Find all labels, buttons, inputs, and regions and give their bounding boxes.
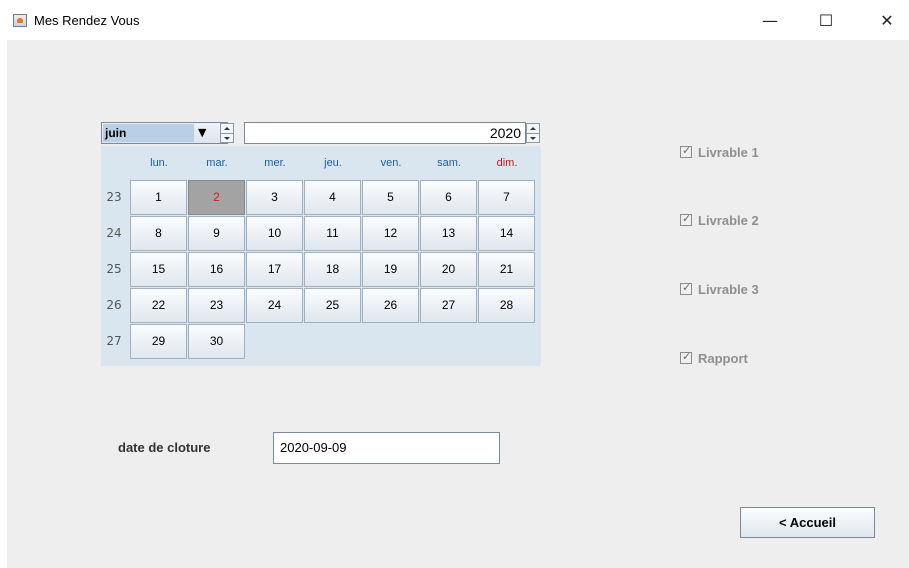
week-number: 24 bbox=[106, 226, 122, 240]
year-spinner[interactable] bbox=[526, 123, 540, 143]
day-button[interactable]: 11 bbox=[304, 216, 361, 251]
day-button[interactable]: 20 bbox=[420, 252, 477, 287]
day-button[interactable]: 22 bbox=[130, 288, 187, 323]
weekday-label: jeu. bbox=[324, 157, 342, 169]
weekday-label: dim. bbox=[496, 157, 518, 169]
weekday-label: mer. bbox=[264, 157, 286, 169]
day-button[interactable]: 4 bbox=[304, 180, 361, 215]
month-select[interactable]: juin ▼ bbox=[101, 122, 228, 144]
checkmark-icon[interactable] bbox=[680, 281, 692, 295]
week-number: 27 bbox=[106, 334, 122, 348]
day-button[interactable]: 2 bbox=[188, 180, 245, 215]
day-button[interactable]: 30 bbox=[188, 324, 245, 359]
day-button[interactable]: 7 bbox=[478, 180, 535, 215]
week-number: 25 bbox=[106, 262, 122, 276]
date-cloture-field[interactable]: 2020-09-09 bbox=[273, 432, 500, 464]
day-button[interactable]: 3 bbox=[246, 180, 303, 215]
chevron-down-icon[interactable]: ▼ bbox=[198, 126, 206, 139]
day-button[interactable]: 13 bbox=[420, 216, 477, 251]
day-button[interactable]: 29 bbox=[130, 324, 187, 359]
day-button[interactable]: 8 bbox=[130, 216, 187, 251]
day-button[interactable]: 9 bbox=[188, 216, 245, 251]
weekday-label: mar. bbox=[206, 157, 228, 169]
title-bar: Mes Rendez Vous — ☐ ✕ bbox=[0, 0, 909, 40]
day-button[interactable]: 24 bbox=[246, 288, 303, 323]
checkbox-label: Rapport bbox=[698, 351, 748, 366]
weekday-label: ven. bbox=[380, 157, 402, 169]
weekday-label: lun. bbox=[150, 157, 168, 169]
checkbox-label: Livrable 1 bbox=[698, 145, 759, 160]
month-value: juin bbox=[103, 124, 194, 142]
calendar-widget: juin ▼ 2020 lun. mar. mer. jeu. ven. sam. dim.… bbox=[101, 122, 541, 366]
checkmark-icon[interactable] bbox=[680, 350, 692, 364]
day-button[interactable]: 23 bbox=[188, 288, 245, 323]
checkbox-label: Livrable 3 bbox=[698, 282, 759, 297]
accueil-button[interactable]: < Accueil bbox=[740, 507, 875, 538]
day-button[interactable]: 25 bbox=[304, 288, 361, 323]
week-number: 23 bbox=[106, 190, 122, 204]
checkmark-icon[interactable] bbox=[680, 144, 692, 158]
close-button[interactable]: ✕ bbox=[865, 6, 909, 36]
day-button[interactable]: 21 bbox=[478, 252, 535, 287]
maximize-button[interactable]: ☐ bbox=[804, 6, 848, 36]
weekday-label: sam. bbox=[437, 157, 461, 169]
day-button[interactable]: 6 bbox=[420, 180, 477, 215]
day-button[interactable]: 1 bbox=[130, 180, 187, 215]
day-button[interactable]: 10 bbox=[246, 216, 303, 251]
day-button[interactable]: 19 bbox=[362, 252, 419, 287]
day-button[interactable]: 5 bbox=[362, 180, 419, 215]
day-button[interactable]: 14 bbox=[478, 216, 535, 251]
checkmark-icon[interactable] bbox=[680, 212, 692, 226]
day-button[interactable]: 26 bbox=[362, 288, 419, 323]
checkbox-label: Livrable 2 bbox=[698, 213, 759, 228]
day-button[interactable]: 15 bbox=[130, 252, 187, 287]
day-button[interactable]: 28 bbox=[478, 288, 535, 323]
day-button[interactable]: 16 bbox=[188, 252, 245, 287]
window-title: Mes Rendez Vous bbox=[34, 13, 140, 28]
day-button[interactable]: 27 bbox=[420, 288, 477, 323]
day-button[interactable]: 17 bbox=[246, 252, 303, 287]
day-button[interactable]: 18 bbox=[304, 252, 361, 287]
day-button[interactable]: 12 bbox=[362, 216, 419, 251]
minimize-button[interactable]: — bbox=[748, 6, 792, 36]
java-app-icon bbox=[13, 14, 27, 27]
week-number: 26 bbox=[106, 298, 122, 312]
date-cloture-label: date de cloture bbox=[118, 440, 211, 455]
month-spinner[interactable] bbox=[220, 123, 234, 143]
year-field[interactable]: 2020 bbox=[244, 122, 526, 144]
